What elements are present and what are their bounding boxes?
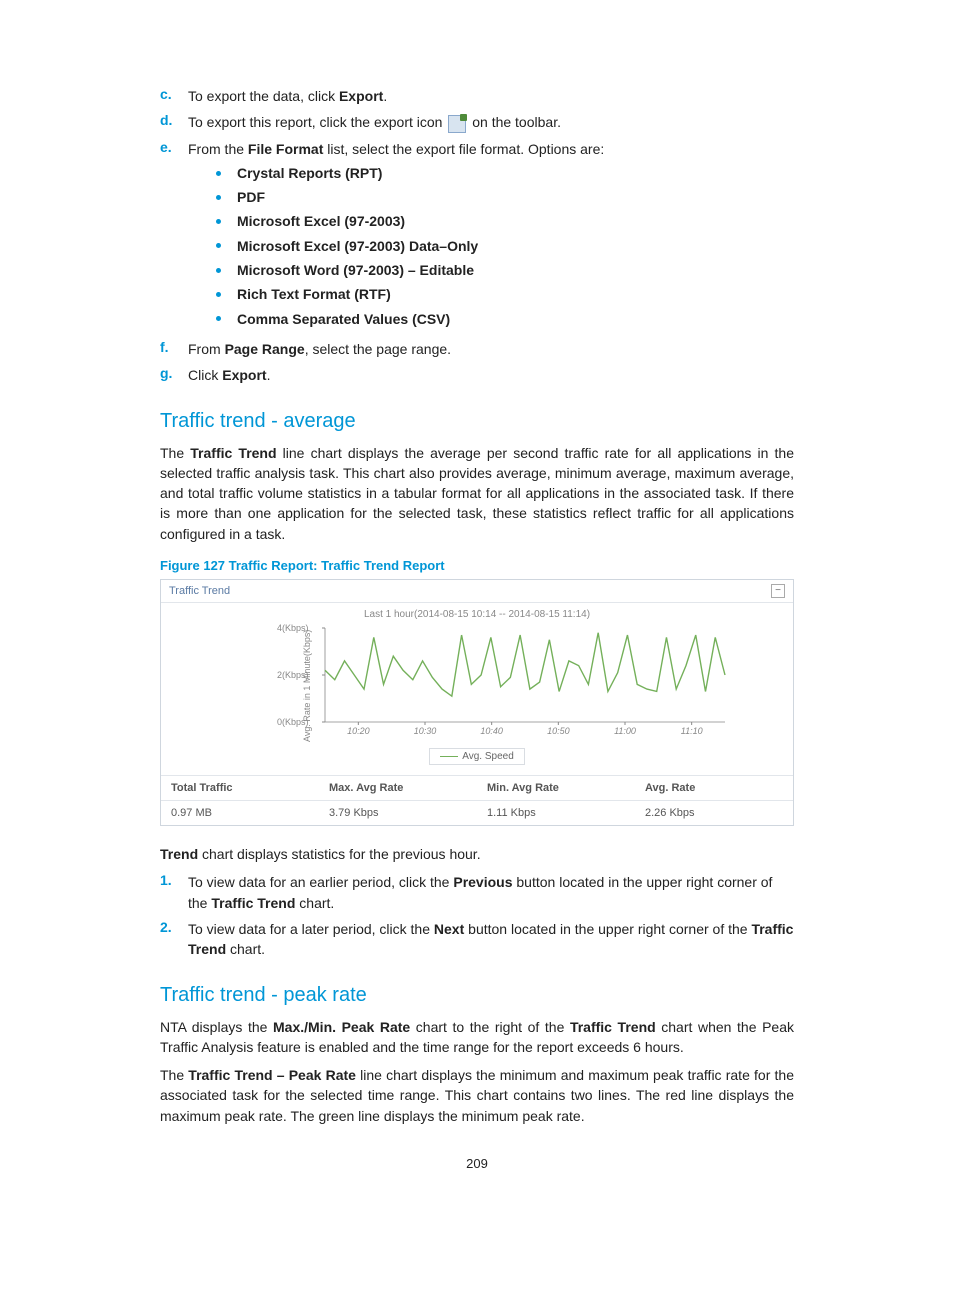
step-letter: d. <box>160 112 188 128</box>
stats-header: Total Traffic <box>161 776 319 801</box>
traffic-trend-panel: Traffic Trend − Last 1 hour(2014-08-15 1… <box>160 579 794 826</box>
line-chart-svg: 10:20 10:30 10:40 10:50 11:00 11:10 <box>315 622 735 742</box>
svg-text:10:20: 10:20 <box>347 726 370 736</box>
chart-caption: Last 1 hour(2014-08-15 10:14 -- 2014-08-… <box>169 609 785 620</box>
stats-table: Total TrafficMax. Avg RateMin. Avg RateA… <box>161 775 793 825</box>
svg-text:10:30: 10:30 <box>414 726 437 736</box>
svg-text:11:00: 11:00 <box>614 726 636 736</box>
format-item: Microsoft Word (97-2003) – Editable <box>216 260 794 280</box>
stats-header: Min. Avg Rate <box>477 776 635 801</box>
stats-value: 1.11 Kbps <box>477 801 635 825</box>
export-icon <box>448 115 466 133</box>
stats-header: Avg. Rate <box>635 776 793 801</box>
step-text: To export the data, click Export. <box>188 86 794 106</box>
section-paragraph: The Traffic Trend – Peak Rate line chart… <box>160 1065 794 1126</box>
list-number: 1. <box>160 872 188 913</box>
stats-value: 2.26 Kbps <box>635 801 793 825</box>
section-paragraph: NTA displays the Max./Min. Peak Rate cha… <box>160 1017 794 1058</box>
section-heading-average: Traffic trend - average <box>160 410 794 433</box>
step-text: From Page Range, select the page range. <box>188 339 794 359</box>
stats-value: 3.79 Kbps <box>319 801 477 825</box>
format-item: Crystal Reports (RPT) <box>216 163 794 183</box>
step-letter: g. <box>160 365 188 381</box>
step-letter: e. <box>160 139 188 155</box>
list-text: To view data for an earlier period, clic… <box>188 872 794 913</box>
format-item: PDF <box>216 187 794 207</box>
section-paragraph: The Traffic Trend line chart displays th… <box>160 443 794 544</box>
svg-text:10:40: 10:40 <box>480 726 503 736</box>
figure-caption: Figure 127 Traffic Report: Traffic Trend… <box>160 558 794 573</box>
panel-title: Traffic Trend <box>169 585 230 597</box>
svg-text:11:10: 11:10 <box>681 726 703 736</box>
step-text: To export this report, click the export … <box>188 112 794 132</box>
format-item: Rich Text Format (RTF) <box>216 284 794 304</box>
chart-plot: 10:2010:3010:4010:5011:0011:10 0(Kbps)2(… <box>315 622 785 742</box>
collapse-icon[interactable]: − <box>771 584 785 598</box>
chart-legend: Avg. Speed <box>429 748 525 765</box>
step-letter: c. <box>160 86 188 102</box>
step-text: Click Export. <box>188 365 794 385</box>
list-text: To view data for a later period, click t… <box>188 919 794 960</box>
format-item: Comma Separated Values (CSV) <box>216 309 794 329</box>
alpha-list: c. To export the data, click Export. d. … <box>160 86 794 386</box>
trend-note: Trend chart displays statistics for the … <box>160 844 794 864</box>
numbered-list: 1. To view data for an earlier period, c… <box>160 872 794 959</box>
section-heading-peak: Traffic trend - peak rate <box>160 984 794 1007</box>
stats-header: Max. Avg Rate <box>319 776 477 801</box>
format-item: Microsoft Excel (97-2003) Data–Only <box>216 236 794 256</box>
page-number: 209 <box>160 1156 794 1171</box>
step-letter: f. <box>160 339 188 355</box>
format-item: Microsoft Excel (97-2003) <box>216 211 794 231</box>
format-list: Crystal Reports (RPT) PDF Microsoft Excel … <box>188 163 794 329</box>
step-text: From the File Format list, select the ex… <box>188 139 794 333</box>
svg-text:10:50: 10:50 <box>547 726 570 736</box>
stats-value: 0.97 MB <box>161 801 319 825</box>
list-number: 2. <box>160 919 188 960</box>
